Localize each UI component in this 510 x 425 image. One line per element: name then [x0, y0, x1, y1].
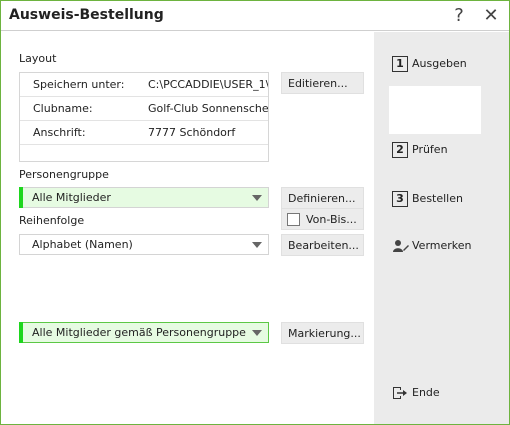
dialog-window: Ausweis-Bestellung ? ✕ Layout Speichern … — [0, 0, 510, 425]
speichern-key: Speichern unter: — [33, 78, 125, 91]
chevron-down-icon — [252, 242, 262, 248]
ausgeben-button[interactable]: 1 Ausgeben — [392, 56, 467, 72]
clubname-value: Golf-Club Sonnensche — [148, 102, 268, 115]
clubname-key: Clubname: — [33, 102, 93, 115]
vermerken-button[interactable]: Vermerken — [392, 239, 472, 253]
chevron-down-icon — [252, 195, 262, 201]
markierung-select[interactable]: Alle Mitglieder gemäß Personengruppe — [19, 322, 269, 343]
definieren-button[interactable]: Definieren... — [281, 187, 364, 209]
checkbox-icon[interactable] — [287, 213, 300, 226]
ende-label: Ende — [412, 386, 440, 399]
von-bis-label: Von-Bis... — [306, 213, 357, 226]
layout-row-clubname[interactable]: Clubname: Golf-Club Sonnensche — [20, 97, 268, 121]
pruefen-button[interactable]: 2 Prüfen — [392, 142, 448, 158]
anschrift-value: 7777 Schöndorf — [148, 126, 236, 139]
selection-marker — [19, 187, 23, 208]
number-three-icon: 3 — [392, 191, 408, 207]
speichern-value: C:\PCCADDIE\USER_1\D — [148, 78, 268, 91]
editieren-button[interactable]: Editieren... — [281, 72, 364, 94]
pruefen-label: Prüfen — [412, 143, 448, 156]
chevron-down-icon — [252, 330, 262, 336]
reihenfolge-select[interactable]: Alphabet (Namen) — [19, 234, 269, 255]
help-icon[interactable]: ? — [447, 4, 471, 28]
reihenfolge-label: Reihenfolge — [19, 214, 85, 227]
markierung-value: Alle Mitglieder gemäß Personengruppe — [32, 326, 246, 339]
layout-label: Layout — [19, 52, 57, 65]
number-two-icon: 2 — [392, 142, 408, 158]
ende-button[interactable]: Ende — [392, 386, 440, 400]
main-panel: Layout Speichern unter: C:\PCCADDIE\USER… — [1, 32, 374, 424]
selection-marker — [19, 322, 23, 343]
reihenfolge-value: Alphabet (Namen) — [32, 238, 133, 251]
title-bar: Ausweis-Bestellung ? ✕ — [1, 1, 509, 31]
bestellen-button[interactable]: 3 Bestellen — [392, 191, 463, 207]
layout-info-table: Speichern unter: C:\PCCADDIE\USER_1\D Cl… — [19, 72, 269, 162]
exit-icon — [393, 387, 407, 399]
action-sidebar: 1 Ausgeben 2 Prüfen 3 Bestellen Vermerken E… — [374, 32, 509, 424]
personengruppe-select[interactable]: Alle Mitglieder — [19, 187, 269, 208]
close-icon[interactable]: ✕ — [479, 4, 503, 28]
von-bis-toggle[interactable]: Von-Bis... — [281, 208, 364, 230]
number-one-icon: 1 — [392, 56, 408, 72]
anschrift-key: Anschrift: — [33, 126, 86, 139]
preview-area — [389, 86, 481, 134]
bestellen-label: Bestellen — [412, 192, 463, 205]
vermerken-label: Vermerken — [412, 239, 472, 252]
person-edit-icon — [393, 240, 409, 252]
personengruppe-label: Personengruppe — [19, 168, 109, 181]
window-title: Ausweis-Bestellung — [9, 7, 164, 23]
bearbeiten-button[interactable]: Bearbeiten... — [281, 234, 364, 256]
ausgeben-label: Ausgeben — [412, 57, 467, 70]
layout-row-speichern[interactable]: Speichern unter: C:\PCCADDIE\USER_1\D — [20, 73, 268, 97]
markierung-button[interactable]: Markierung... — [281, 322, 364, 344]
personengruppe-value: Alle Mitglieder — [32, 191, 111, 204]
layout-row-anschrift[interactable]: Anschrift: 7777 Schöndorf — [20, 121, 268, 145]
